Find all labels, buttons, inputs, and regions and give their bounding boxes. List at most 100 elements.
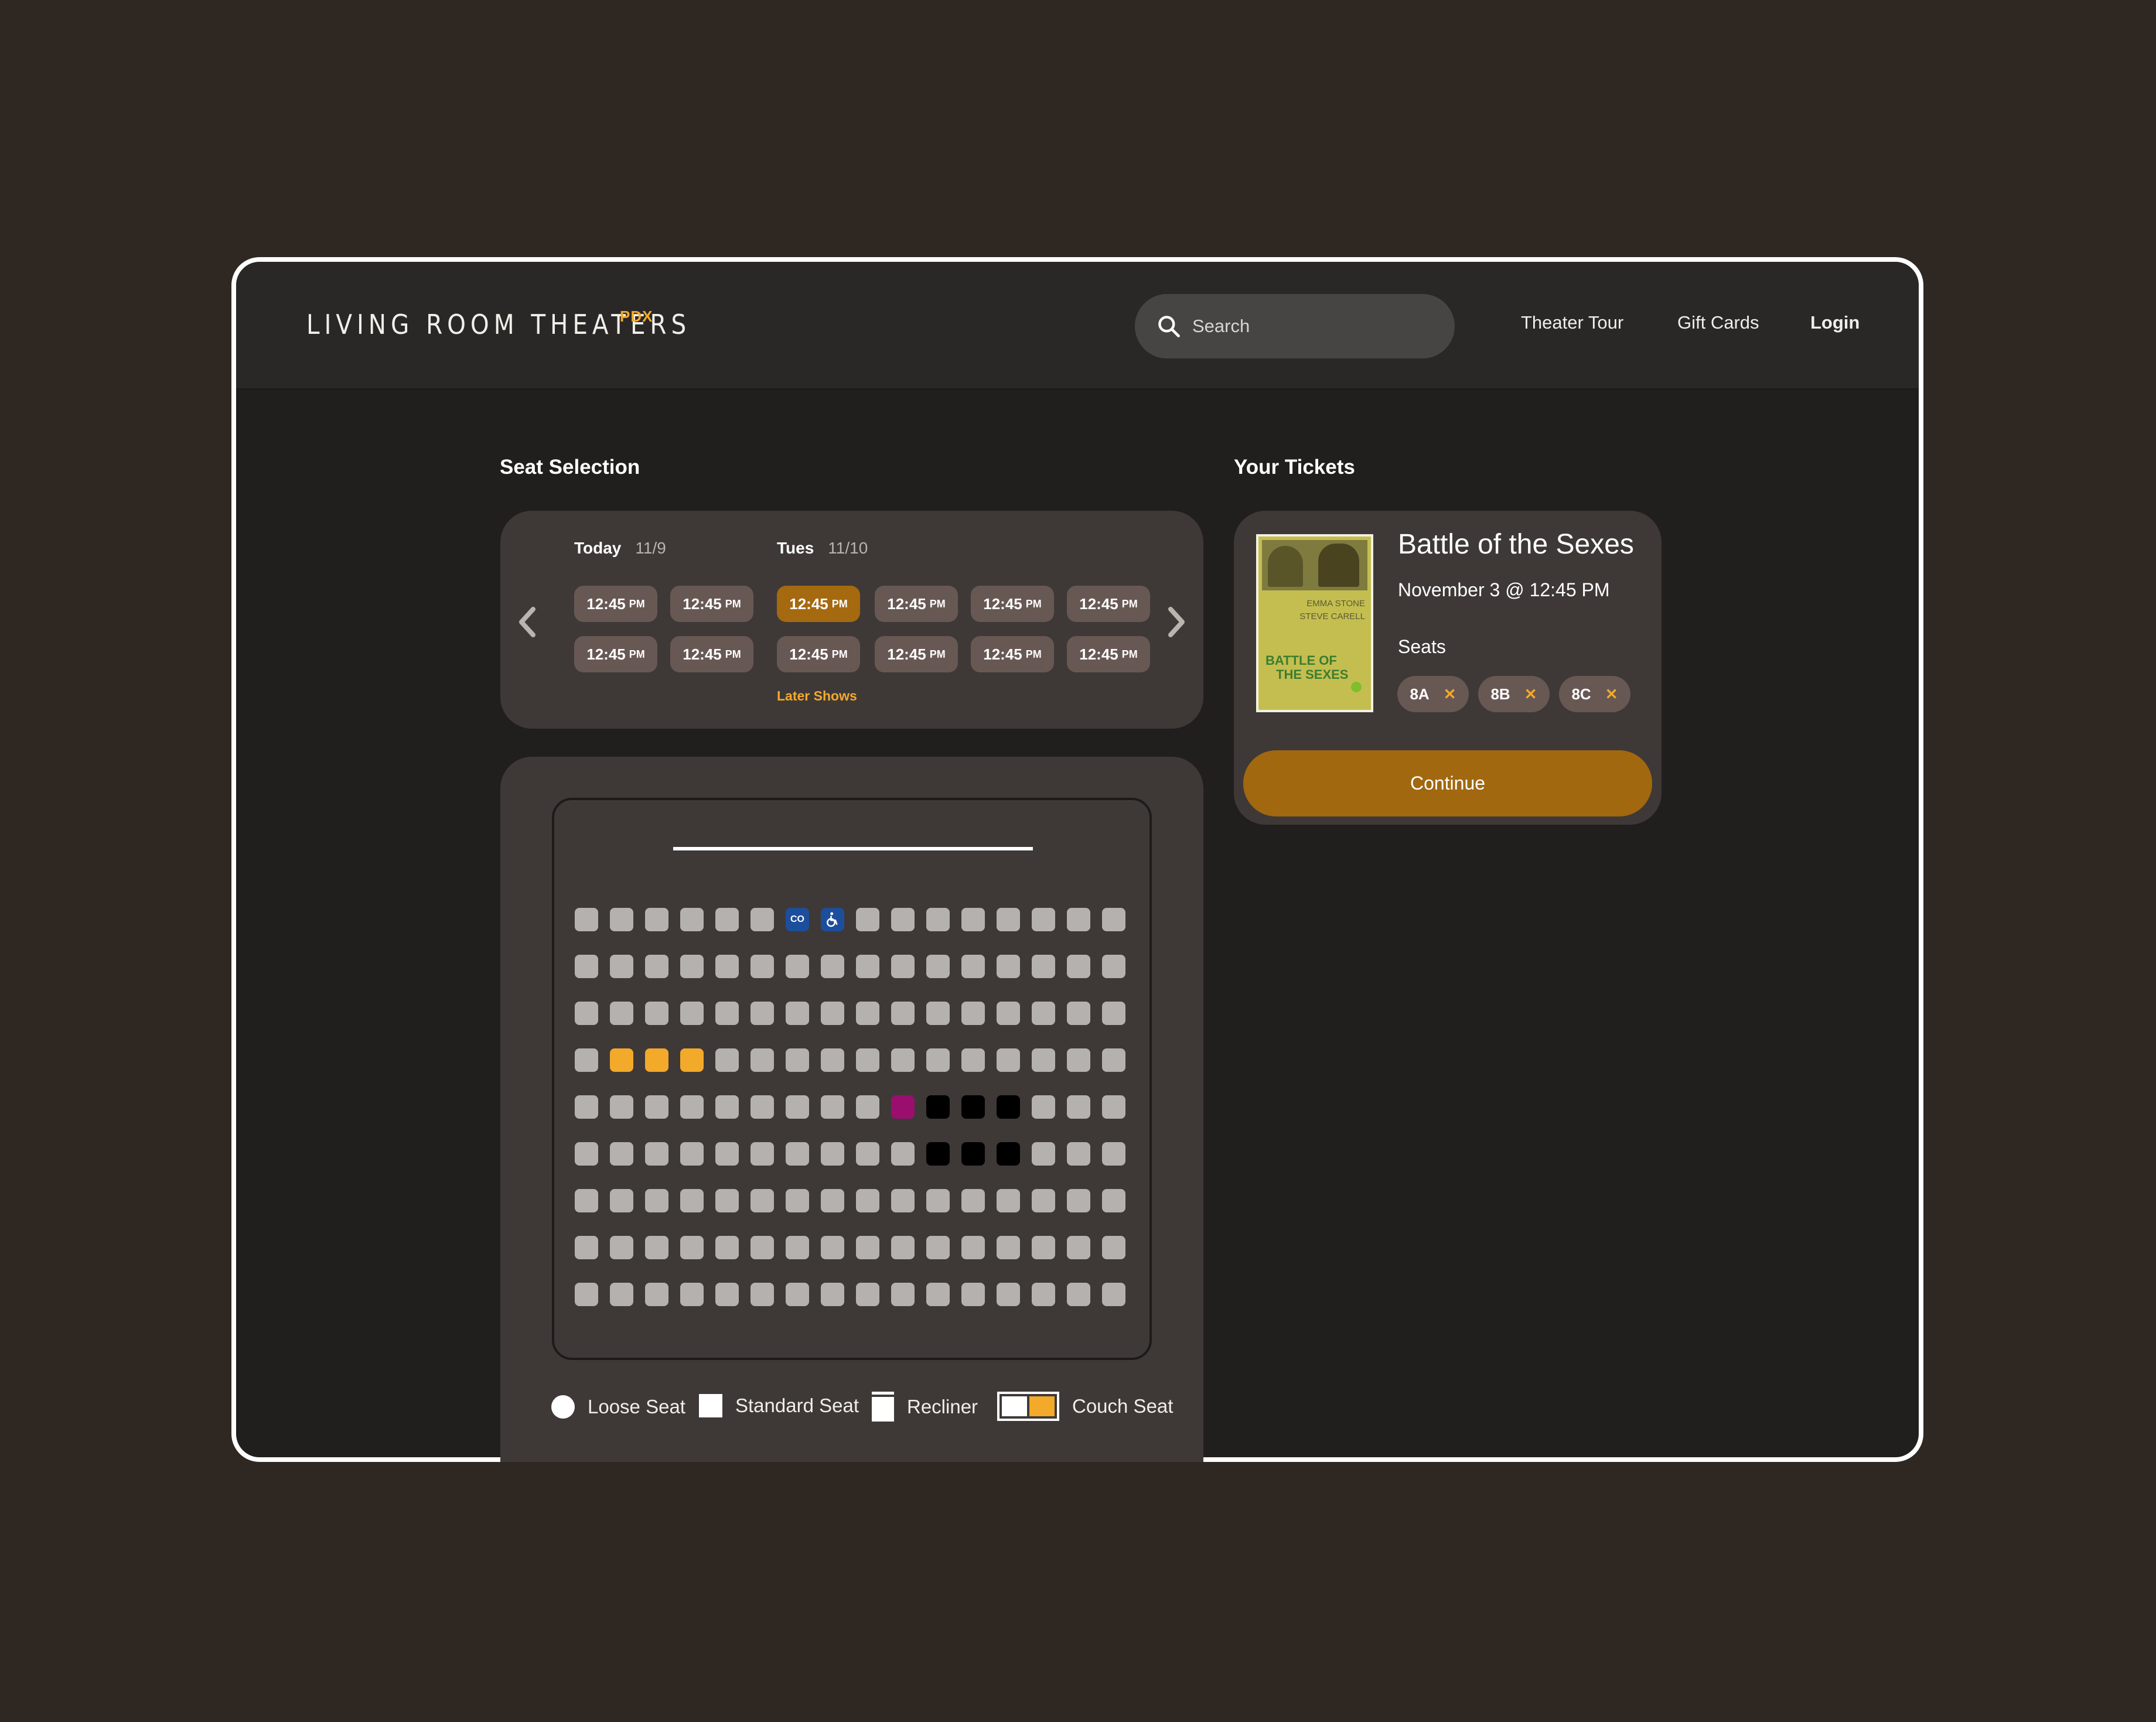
- seat[interactable]: [786, 1283, 809, 1306]
- seat[interactable]: [1067, 955, 1090, 978]
- seat[interactable]: [891, 908, 915, 931]
- showtime-button[interactable]: 12:45 PM: [875, 636, 958, 672]
- seat[interactable]: [645, 1142, 668, 1166]
- seat[interactable]: [821, 1142, 844, 1166]
- seat[interactable]: [926, 908, 950, 931]
- seat[interactable]: [1067, 1189, 1090, 1212]
- seat[interactable]: [1102, 1236, 1125, 1259]
- seat[interactable]: [1102, 955, 1125, 978]
- seat[interactable]: [891, 1236, 915, 1259]
- seat[interactable]: [575, 1048, 598, 1072]
- seat[interactable]: [680, 1142, 704, 1166]
- seat[interactable]: [750, 1189, 774, 1212]
- seat[interactable]: [891, 1142, 915, 1166]
- seat[interactable]: [926, 1002, 950, 1025]
- showtime-button[interactable]: 12:45 PM: [670, 636, 753, 672]
- seat[interactable]: [610, 1095, 633, 1119]
- showtime-button[interactable]: 12:45 PM: [574, 586, 657, 622]
- close-icon[interactable]: ✕: [1524, 685, 1537, 703]
- seat[interactable]: [575, 908, 598, 931]
- chevron-right-icon[interactable]: [1165, 604, 1188, 640]
- seat[interactable]: [891, 1002, 915, 1025]
- seat[interactable]: [645, 1095, 668, 1119]
- seat-highlighted[interactable]: [891, 1095, 915, 1119]
- showtime-button[interactable]: 12:45 PM: [971, 586, 1054, 622]
- seat[interactable]: [961, 1048, 985, 1072]
- seat[interactable]: [1067, 1283, 1090, 1306]
- nav-theater-tour[interactable]: Theater Tour: [1521, 312, 1623, 333]
- showtime-button[interactable]: 12:45 PM: [777, 636, 860, 672]
- seat-selected[interactable]: [645, 1048, 668, 1072]
- seat[interactable]: [961, 1002, 985, 1025]
- seat[interactable]: [610, 1236, 633, 1259]
- showtime-button[interactable]: 12:45 PM: [670, 586, 753, 622]
- seat[interactable]: [997, 955, 1020, 978]
- seat[interactable]: [997, 1283, 1020, 1306]
- seat[interactable]: [1067, 908, 1090, 931]
- seat[interactable]: [786, 1236, 809, 1259]
- seat[interactable]: [750, 1142, 774, 1166]
- seat[interactable]: [1032, 1002, 1055, 1025]
- seat-companion[interactable]: CO: [786, 908, 809, 931]
- seat[interactable]: [1067, 1142, 1090, 1166]
- seat[interactable]: [610, 1189, 633, 1212]
- seat[interactable]: [821, 1002, 844, 1025]
- seat[interactable]: [715, 1142, 739, 1166]
- seat[interactable]: [856, 1283, 879, 1306]
- seat[interactable]: [961, 955, 985, 978]
- showtime-button[interactable]: 12:45 PM: [1067, 586, 1150, 622]
- seat[interactable]: [645, 1002, 668, 1025]
- seat[interactable]: [891, 1048, 915, 1072]
- continue-button[interactable]: Continue: [1243, 750, 1652, 816]
- seat[interactable]: [575, 1095, 598, 1119]
- seat[interactable]: [1032, 1095, 1055, 1119]
- seat[interactable]: [715, 1095, 739, 1119]
- seat[interactable]: [715, 1189, 739, 1212]
- seat[interactable]: [1032, 1283, 1055, 1306]
- seat[interactable]: [715, 908, 739, 931]
- seat[interactable]: [961, 1283, 985, 1306]
- seat[interactable]: [680, 908, 704, 931]
- seat[interactable]: [1032, 955, 1055, 978]
- seat[interactable]: [750, 1048, 774, 1072]
- seat[interactable]: [821, 1095, 844, 1119]
- showtime-button[interactable]: 12:45 PM: [777, 586, 860, 622]
- seat[interactable]: [680, 1189, 704, 1212]
- seat[interactable]: [926, 1283, 950, 1306]
- search-input[interactable]: Search: [1135, 294, 1455, 358]
- nav-gift-cards[interactable]: Gift Cards: [1677, 312, 1759, 333]
- seat[interactable]: [821, 1283, 844, 1306]
- later-shows-link[interactable]: Later Shows: [777, 688, 857, 704]
- seat[interactable]: [926, 1236, 950, 1259]
- seat[interactable]: [680, 1283, 704, 1306]
- seat[interactable]: [1032, 1142, 1055, 1166]
- seat-selected[interactable]: [610, 1048, 633, 1072]
- seat[interactable]: [575, 1236, 598, 1259]
- seat[interactable]: [1102, 1142, 1125, 1166]
- seat[interactable]: [610, 1142, 633, 1166]
- seat[interactable]: [1102, 1002, 1125, 1025]
- seat[interactable]: [610, 955, 633, 978]
- close-icon[interactable]: ✕: [1444, 685, 1456, 703]
- seat[interactable]: [856, 908, 879, 931]
- chevron-left-icon[interactable]: [516, 604, 539, 640]
- seat[interactable]: [856, 1048, 879, 1072]
- showtime-button[interactable]: 12:45 PM: [971, 636, 1054, 672]
- seat[interactable]: [715, 1236, 739, 1259]
- seat[interactable]: [1067, 1095, 1090, 1119]
- seat[interactable]: [645, 955, 668, 978]
- showtime-button[interactable]: 12:45 PM: [875, 586, 958, 622]
- seat[interactable]: [680, 955, 704, 978]
- seat[interactable]: [997, 1002, 1020, 1025]
- seat[interactable]: [610, 1002, 633, 1025]
- seat[interactable]: [856, 955, 879, 978]
- seat[interactable]: [1102, 1283, 1125, 1306]
- seat[interactable]: [997, 1236, 1020, 1259]
- seat[interactable]: [610, 1283, 633, 1306]
- seat[interactable]: [821, 955, 844, 978]
- seat[interactable]: [961, 908, 985, 931]
- seat[interactable]: [750, 1002, 774, 1025]
- seat[interactable]: [610, 908, 633, 931]
- seat[interactable]: [821, 1236, 844, 1259]
- seat[interactable]: [891, 955, 915, 978]
